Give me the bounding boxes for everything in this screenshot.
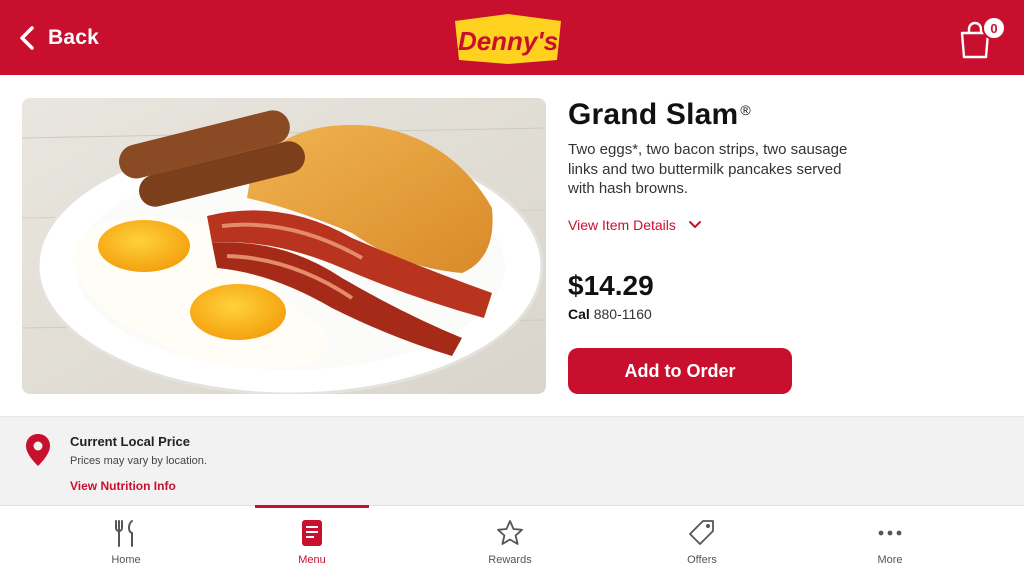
nav-home-label: Home	[111, 554, 141, 566]
product-image	[22, 98, 546, 394]
bottom-nav: Home Menu Rewards Offers More	[0, 505, 1024, 576]
local-price-title: Current Local Price	[70, 434, 190, 449]
fork-knife-icon	[115, 520, 133, 547]
logo-text: Denny's	[458, 26, 558, 56]
view-item-details-link[interactable]: View Item Details	[568, 217, 1008, 233]
local-price-panel: Current Local Price Prices may vary by l…	[0, 416, 1024, 505]
star-icon	[497, 520, 523, 545]
add-to-order-button[interactable]: Add to Order	[568, 348, 792, 394]
product-title-text: Grand Slam	[568, 98, 739, 131]
calorie-range: Cal 880-1160	[568, 306, 652, 322]
app-header: Back Denny's 0	[0, 0, 1024, 75]
nav-home[interactable]: Home	[56, 506, 196, 576]
location-pin-icon	[26, 434, 50, 466]
dennys-logo: Denny's	[447, 8, 569, 70]
product-info: Grand Slam ® Two eggs*, two bacon strips,…	[568, 98, 1008, 233]
cart-count-badge: 0	[982, 16, 1006, 40]
nav-menu-label: Menu	[298, 554, 326, 566]
product-description: Two eggs*, two bacon strips, two sausage…	[568, 141, 848, 197]
cal-label: Cal	[568, 306, 590, 322]
chevron-left-icon	[20, 26, 34, 50]
back-button[interactable]: Back	[18, 22, 99, 54]
nav-menu[interactable]: Menu	[242, 506, 382, 576]
registered-mark: ®	[740, 102, 751, 118]
product-price: $14.29	[568, 270, 654, 301]
nav-more[interactable]: More	[820, 506, 960, 576]
nav-offers[interactable]: Offers	[632, 506, 772, 576]
product-title: Grand Slam ®	[568, 98, 1008, 132]
nav-offers-label: Offers	[687, 554, 717, 566]
tag-icon	[689, 520, 714, 545]
nav-rewards-label: Rewards	[488, 554, 532, 566]
chevron-down-icon	[688, 220, 701, 228]
nav-more-label: More	[877, 554, 903, 566]
back-label: Back	[48, 26, 100, 49]
cal-value: 880-1160	[593, 306, 652, 322]
nav-rewards[interactable]: Rewards	[440, 506, 580, 576]
menu-card-icon	[302, 520, 322, 546]
view-nutrition-info-link[interactable]: View Nutrition Info	[70, 479, 176, 493]
cart-button[interactable]: 0	[956, 14, 1008, 62]
local-price-subtitle: Prices may vary by location.	[70, 455, 207, 467]
view-item-details-label: View Item Details	[568, 216, 676, 233]
more-dots-icon	[878, 530, 902, 536]
